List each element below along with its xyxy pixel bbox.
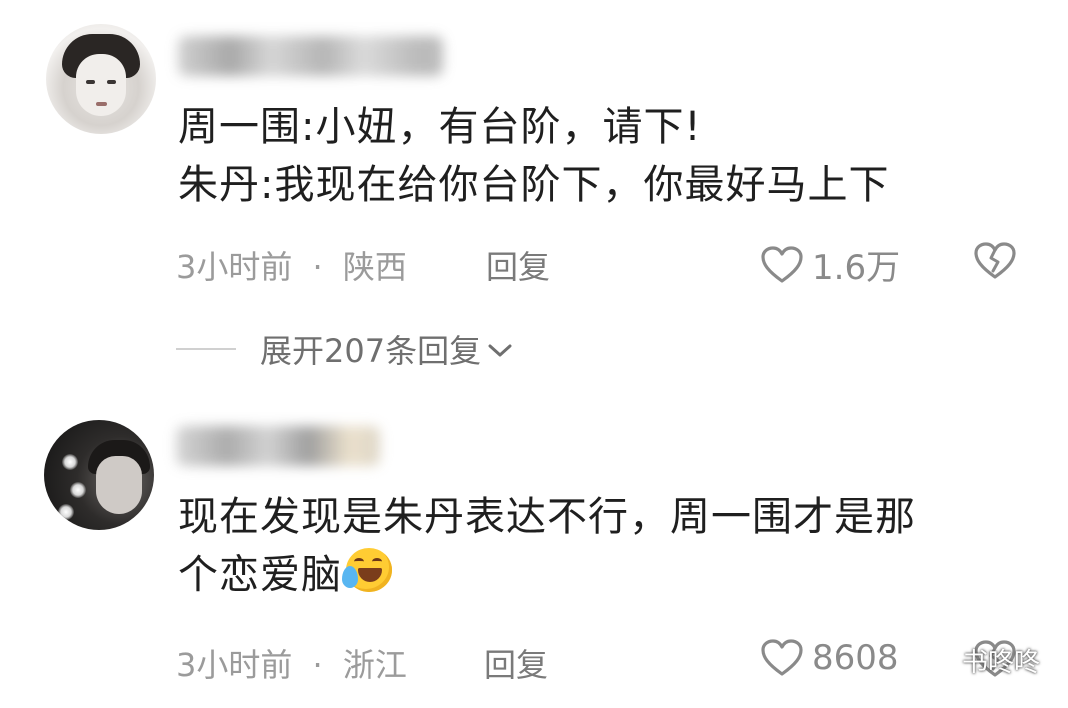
comment-line: 现在发现是朱丹表达不行，周一围才是那 <box>178 494 916 540</box>
comment-time: 3小时前 <box>176 646 293 684</box>
comment-text: 现在发现是朱丹表达不行，周一围才是那 个恋爱脑 <box>178 488 916 604</box>
comment-line-with-emoji: 个恋爱脑 <box>178 546 916 604</box>
username-blurred[interactable] <box>178 36 443 76</box>
heart-icon <box>761 245 803 283</box>
expand-replies-button[interactable]: 展开207条回复 <box>176 326 513 372</box>
watermark: 书咚咚 <box>920 642 1040 679</box>
comment-line: 周一围:小妞，有台阶，请下! <box>178 104 702 150</box>
comment-location: 浙江 <box>342 646 407 684</box>
comment-line: 个恋爱脑 <box>178 552 342 598</box>
dislike-button[interactable] <box>972 240 1018 286</box>
reply-button[interactable]: 回复 <box>486 242 550 288</box>
like-button[interactable]: 8608 <box>760 638 899 678</box>
heart-icon <box>761 639 803 676</box>
meta-separator: · <box>312 646 323 684</box>
comment-time: 3小时前 <box>176 248 293 286</box>
like-count: 1.6万 <box>812 248 901 288</box>
comment-location: 陕西 <box>342 248 407 286</box>
chevron-down-icon <box>488 344 512 357</box>
reply-button[interactable]: 回复 <box>484 640 548 686</box>
like-count: 8608 <box>812 638 899 678</box>
laughing-tears-emoji-icon <box>342 546 396 594</box>
avatar[interactable] <box>44 420 154 530</box>
comment-line: 朱丹:我现在给你台阶下，你最好马上下 <box>178 162 890 208</box>
meta-separator: · <box>312 248 323 286</box>
watermark-text: 书咚咚 <box>962 648 1041 678</box>
comment-meta: 3小时前 · 陕西 <box>176 242 407 288</box>
avatar[interactable] <box>46 24 156 134</box>
comment-meta: 3小时前 · 浙江 <box>176 640 407 686</box>
divider-line <box>176 348 236 350</box>
broken-heart-icon <box>974 242 1016 279</box>
expand-replies-label: 展开207条回复 <box>260 332 482 370</box>
like-button[interactable]: 1.6万 <box>760 240 900 289</box>
wechat-icon <box>920 647 954 673</box>
username-blurred[interactable] <box>176 426 380 466</box>
comment-text: 周一围:小妞，有台阶，请下! 朱丹:我现在给你台阶下，你最好马上下 <box>178 98 889 214</box>
